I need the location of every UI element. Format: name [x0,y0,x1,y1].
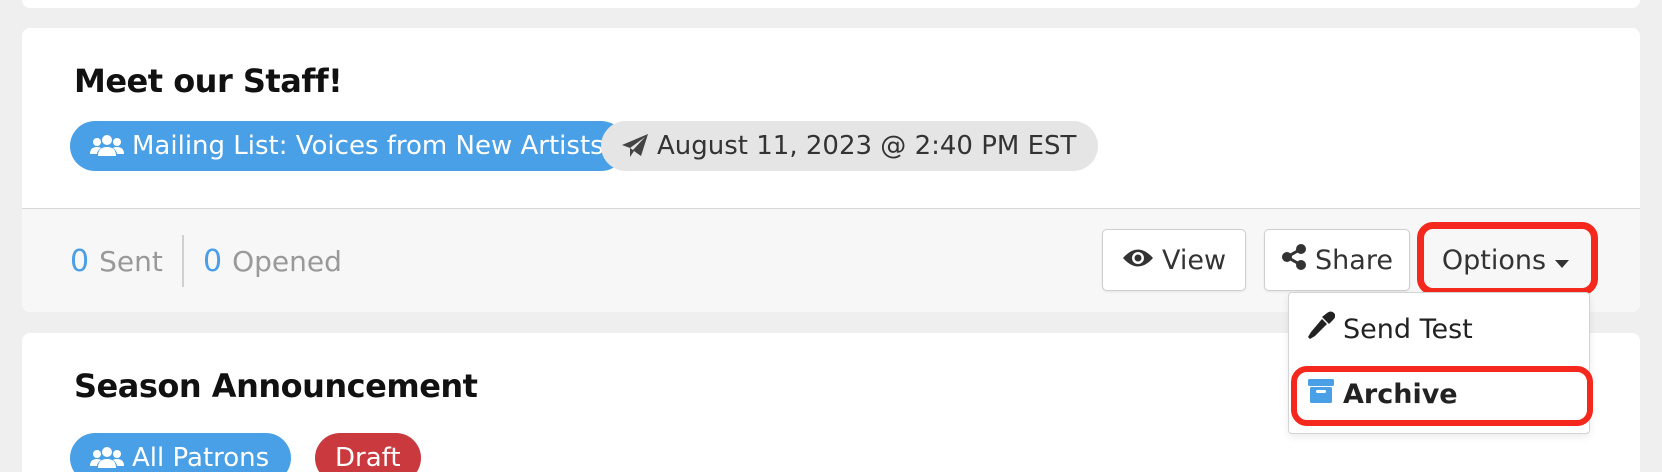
all-patrons-label: All Patrons [132,443,270,472]
send-test-menu-item[interactable]: Send Test [1307,311,1473,348]
sent-label: Sent [99,245,163,278]
all-patrons-badge[interactable]: All Patrons [70,433,292,472]
eye-icon [1122,245,1154,276]
opened-stat: 0 Opened [203,244,342,279]
archive-highlight-ring [1291,366,1593,426]
sent-stat: 0 Sent [70,244,163,279]
stat-divider [182,235,184,287]
share-icon [1281,243,1307,277]
draft-label: Draft [335,443,401,472]
view-label: View [1161,244,1227,276]
send-test-label: Send Test [1343,314,1473,345]
paper-plane-icon [621,133,649,159]
draft-status-badge: Draft [315,433,421,472]
campaign-card: Meet our Staff! Mailing List: Voices fro… [22,28,1640,312]
users-icon [90,134,124,158]
opened-count: 0 [203,244,223,279]
mailing-list-badge[interactable]: Mailing List: Voices from New Artists [70,121,626,171]
share-label: Share [1315,244,1393,276]
view-button[interactable]: View [1102,229,1246,291]
users-icon [90,446,124,470]
campaign-title-next: Season Announcement [74,367,478,405]
sent-count: 0 [70,244,90,279]
eyedropper-icon [1307,311,1336,348]
mailing-list-label: Mailing List: Voices from New Artists [132,131,604,161]
previous-campaign-card [22,0,1640,8]
options-highlight-ring [1417,222,1598,295]
schedule-label: August 11, 2023 @ 2:40 PM EST [657,131,1077,161]
share-button[interactable]: Share [1264,229,1410,291]
schedule-badge: August 11, 2023 @ 2:40 PM EST [601,121,1099,171]
campaign-title: Meet our Staff! [74,62,343,100]
opened-label: Opened [232,245,342,278]
